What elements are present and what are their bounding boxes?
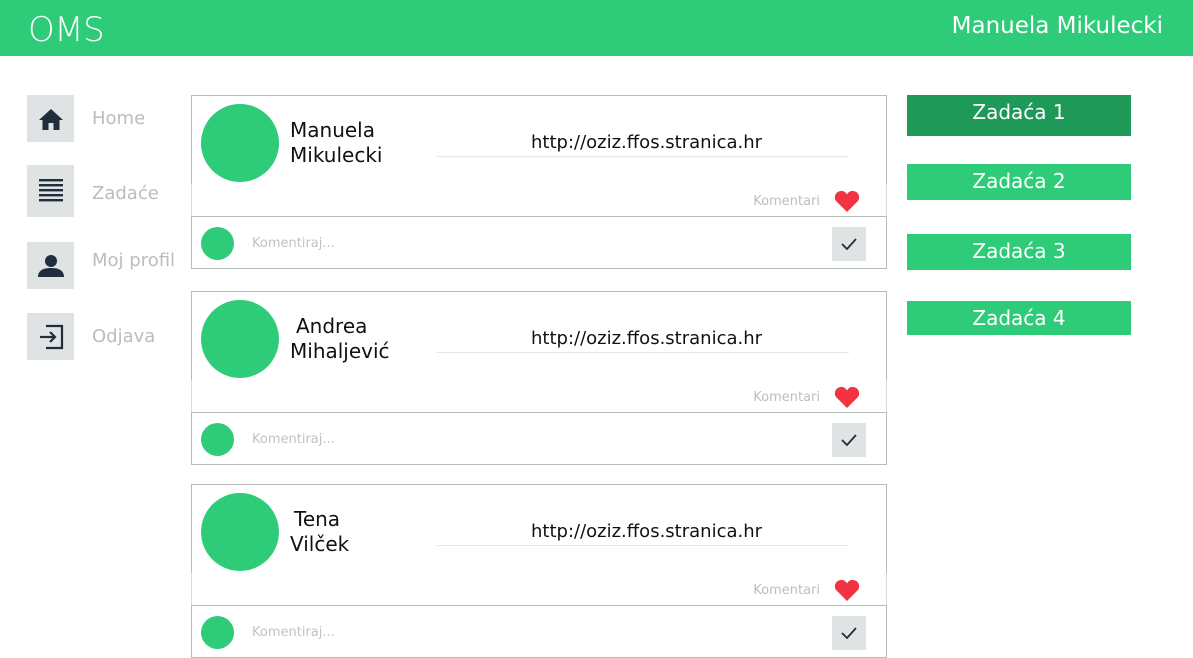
- comment-row: [191, 605, 887, 658]
- author-first-line: Tena: [294, 507, 341, 531]
- heart-icon[interactable]: [834, 189, 860, 213]
- task-button-1[interactable]: Zadaća 1: [907, 95, 1131, 136]
- post-author[interactable]: Manuela Mikulecki: [290, 118, 382, 168]
- post-header: Andrea Mihaljević http://oziz.ffos.stran…: [191, 291, 887, 381]
- divider: [437, 156, 849, 157]
- post-url[interactable]: http://oziz.ffos.stranica.hr: [531, 521, 762, 542]
- author-second-line: Mikulecki: [290, 143, 383, 167]
- submit-comment-button[interactable]: [832, 423, 866, 457]
- app-logo[interactable]: OMS: [28, 10, 105, 50]
- post-reactions: Komentari: [191, 573, 887, 606]
- post-header: Manuela Mikulecki http://oziz.ffos.stran…: [191, 95, 887, 185]
- avatar: [201, 616, 234, 649]
- post-reactions: Komentari: [191, 380, 887, 413]
- avatar[interactable]: [201, 104, 279, 182]
- task-button-2[interactable]: Zadaća 2: [907, 164, 1131, 200]
- author-first-line: Manuela: [290, 118, 375, 142]
- check-icon: [841, 238, 857, 250]
- sidebar-item-home[interactable]: Home: [27, 95, 187, 143]
- comments-link[interactable]: Komentari: [753, 194, 820, 209]
- comment-row: [191, 216, 887, 269]
- comments-link[interactable]: Komentari: [753, 583, 820, 598]
- comment-input[interactable]: [252, 229, 812, 257]
- post-url[interactable]: http://oziz.ffos.stranica.hr: [531, 328, 762, 349]
- comment-input[interactable]: [252, 618, 812, 646]
- author-second-line: Mihaljević: [290, 339, 390, 363]
- heart-icon[interactable]: [834, 578, 860, 602]
- divider: [437, 545, 849, 546]
- post-author[interactable]: Andrea Mihaljević: [290, 314, 390, 364]
- author-second-line: Vilček: [290, 532, 350, 556]
- sidebar-item-label: Moj profil: [92, 250, 176, 271]
- task-button-3[interactable]: Zadaća 3: [907, 234, 1131, 270]
- post-header: Tena Vilček http://oziz.ffos.stranica.hr: [191, 484, 887, 574]
- sidebar-item-label: Home: [92, 108, 146, 129]
- post-author[interactable]: Tena Vilček: [290, 507, 349, 557]
- avatar[interactable]: [201, 300, 279, 378]
- logout-icon: [27, 313, 74, 360]
- check-icon: [841, 627, 857, 639]
- avatar[interactable]: [201, 493, 279, 571]
- sidebar-item-label: Odjava: [92, 326, 156, 347]
- post-url[interactable]: http://oziz.ffos.stranica.hr: [531, 132, 762, 153]
- comments-link[interactable]: Komentari: [753, 390, 820, 405]
- author-first-line: Andrea: [296, 314, 368, 338]
- check-icon: [841, 434, 857, 446]
- list-icon: [27, 165, 74, 217]
- submit-comment-button[interactable]: [832, 616, 866, 650]
- divider: [437, 352, 849, 353]
- sidebar-item-zadace[interactable]: Zadaće: [27, 165, 187, 217]
- task-button-4[interactable]: Zadaća 4: [907, 301, 1131, 335]
- comment-row: [191, 412, 887, 465]
- heart-icon[interactable]: [834, 385, 860, 409]
- comment-input[interactable]: [252, 425, 812, 453]
- avatar: [201, 423, 234, 456]
- home-icon: [27, 95, 74, 142]
- sidebar-item-label: Zadaće: [92, 183, 159, 204]
- avatar: [201, 227, 234, 260]
- sidebar-item-moj-profil[interactable]: Moj profil: [27, 242, 187, 290]
- post-reactions: Komentari: [191, 184, 887, 217]
- sidebar-item-odjava[interactable]: Odjava: [27, 313, 187, 361]
- user-name[interactable]: Manuela Mikulecki: [952, 13, 1163, 39]
- user-icon: [27, 242, 74, 289]
- submit-comment-button[interactable]: [832, 227, 866, 261]
- app-header: OMS Manuela Mikulecki: [0, 0, 1193, 56]
